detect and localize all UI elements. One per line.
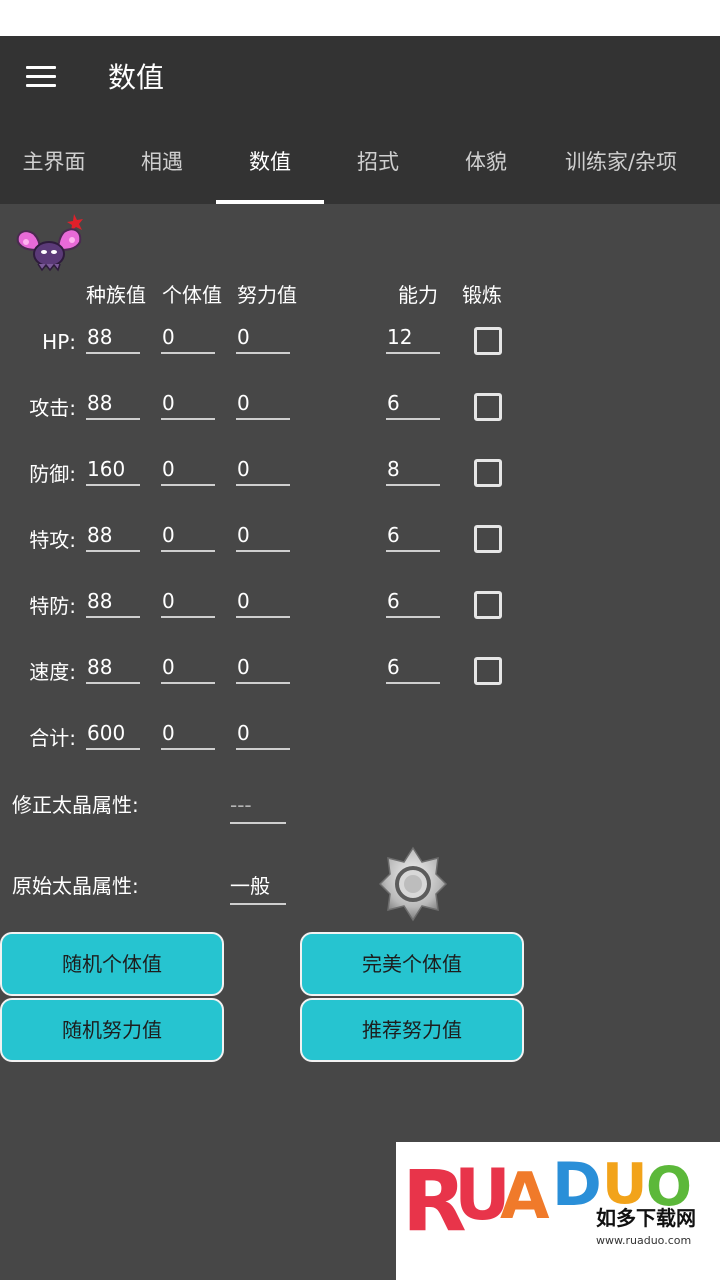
stat-field-defense[interactable]: 8 [386,454,440,486]
iv-field-sp-defense[interactable]: 0 [161,586,215,618]
base-field-hp[interactable]: 88 [86,322,140,354]
base-total-field: 600 [86,718,140,750]
original-tera-label: 原始太晶属性: [12,874,139,898]
header-ev: 努力值 [237,283,297,307]
base-field-sp-defense[interactable]: 88 [86,586,140,618]
tab-trainer-misc[interactable]: 训练家/杂项 [540,120,702,204]
ev-total-field: 0 [236,718,290,750]
status-bar [0,0,720,36]
base-field-defense[interactable]: 160 [86,454,140,486]
stat-field-sp-defense[interactable]: 6 [386,586,440,618]
iv-field-hp[interactable]: 0 [161,322,215,354]
menu-icon[interactable] [26,66,56,88]
ev-field-attack[interactable]: 0 [236,388,290,420]
stat-field-hp[interactable]: 12 [386,322,440,354]
hyper-train-checkbox-defense[interactable] [474,459,502,487]
iv-field-sp-attack[interactable]: 0 [161,520,215,552]
stat-field-attack[interactable]: 6 [386,388,440,420]
stat-label-sp-attack: 特攻: [29,528,76,552]
app-bar: 数值 [0,36,720,120]
watermark-letter: D [552,1150,602,1220]
stat-field-speed[interactable]: 6 [386,652,440,684]
active-tab-indicator [216,200,324,204]
modified-tera-select[interactable]: --- [230,790,286,824]
stat-label-hp: HP: [42,330,76,354]
watermark-letter: A [500,1160,550,1234]
tab-stats[interactable]: 数值 [216,120,324,204]
ev-field-sp-defense[interactable]: 0 [236,586,290,618]
ev-field-speed[interactable]: 0 [236,652,290,684]
stat-label-total: 合计: [29,726,76,750]
tab-appearance[interactable]: 体貌 [432,120,540,204]
hyper-train-checkbox-sp-attack[interactable] [474,525,502,553]
hyper-train-checkbox-attack[interactable] [474,393,502,421]
original-tera-select[interactable]: 一般 [230,871,286,905]
stat-label-sp-defense: 特防: [29,594,76,618]
random-ev-button[interactable]: 随机努力值 [0,998,224,1062]
iv-field-attack[interactable]: 0 [161,388,215,420]
header-base-stat: 种族值 [86,283,146,307]
tab-moves[interactable]: 招式 [324,120,432,204]
pokemon-sprite-icon [16,214,83,272]
hyper-train-checkbox-sp-defense[interactable] [474,591,502,619]
base-field-attack[interactable]: 88 [86,388,140,420]
ev-field-hp[interactable]: 0 [236,322,290,354]
page-title: 数值 [108,61,165,94]
stat-label-speed: 速度: [29,660,76,684]
perfect-iv-button[interactable]: 完美个体值 [300,932,524,996]
base-field-sp-attack[interactable]: 88 [86,520,140,552]
suggest-ev-button[interactable]: 推荐努力值 [300,998,524,1062]
iv-field-speed[interactable]: 0 [161,652,215,684]
iv-total-field: 0 [161,718,215,750]
header-hyper-train: 锻炼 [462,283,502,307]
watermark-text: 如多下载网 [596,1206,696,1230]
modified-tera-label: 修正太晶属性: [12,793,139,817]
stat-field-sp-attack[interactable]: 6 [386,520,440,552]
hyper-train-checkbox-speed[interactable] [474,657,502,685]
ev-field-sp-attack[interactable]: 0 [236,520,290,552]
watermark-logo: R U A D U O 如多下载网 www.ruaduo.com [396,1142,720,1280]
header-stat: 能力 [398,283,438,307]
iv-field-defense[interactable]: 0 [161,454,215,486]
header-iv: 个体值 [162,283,222,307]
stat-label-defense: 防御: [29,462,76,486]
stat-label-attack: 攻击: [29,396,76,420]
ev-field-defense[interactable]: 0 [236,454,290,486]
tab-encounter[interactable]: 相遇 [108,120,216,204]
tab-bar: 主界面 相遇 数值 招式 体貌 训练家/杂项 [0,120,720,204]
tab-main[interactable]: 主界面 [0,120,108,204]
base-field-speed[interactable]: 88 [86,652,140,684]
tera-type-normal-icon [378,846,448,922]
random-iv-button[interactable]: 随机个体值 [0,932,224,996]
watermark-url: www.ruaduo.com [596,1234,692,1247]
hyper-train-checkbox-hp[interactable] [474,327,502,355]
